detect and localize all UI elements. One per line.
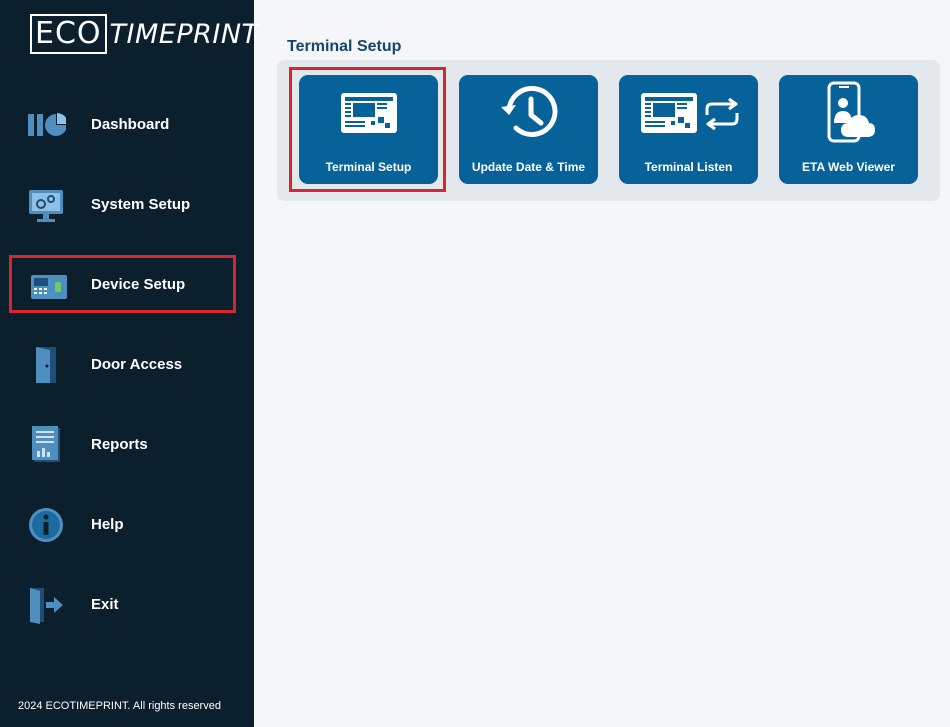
sidebar-item-door-access[interactable]: Door Access (12, 337, 234, 391)
sidebar-item-device-setup[interactable]: Device Setup (9, 255, 236, 313)
tile-label: ETA Web Viewer (802, 160, 895, 174)
logo: ECO TIMEPRINT (30, 14, 259, 54)
terminal-sync-icon (641, 93, 739, 133)
sidebar-item-label: Exit (91, 595, 119, 613)
sidebar-item-dashboard[interactable]: Dashboard (12, 97, 234, 151)
logo-timeprint-text: TIMEPRINT (109, 18, 259, 50)
sidebar-item-label: Reports (91, 435, 148, 453)
sidebar-item-label: Device Setup (91, 275, 186, 293)
logo-eco-text: ECO (30, 14, 107, 54)
sidebar-item-reports[interactable]: Reports (12, 417, 234, 471)
clock-history-icon (501, 85, 558, 137)
dashboard-chart-icon (28, 113, 66, 136)
sidebar-item-label: Dashboard (91, 115, 170, 133)
sidebar-item-system-setup[interactable]: System Setup (12, 177, 234, 231)
info-icon (29, 508, 63, 542)
sidebar-item-exit[interactable]: Exit (12, 577, 234, 631)
sidebar-item-label: Door Access (91, 355, 183, 373)
exit-door-icon (30, 588, 63, 624)
sidebar-item-label: System Setup (91, 195, 191, 213)
door-icon (36, 347, 56, 383)
page-title: Terminal Setup (287, 38, 402, 55)
phone-user-cloud-icon (827, 81, 875, 143)
sidebar: ECO TIMEPRINT Dashboard System Setup Dev… (0, 0, 258, 727)
terminal-device-icon (31, 275, 67, 299)
tile-label: Terminal Listen (644, 160, 733, 174)
sidebar-item-label: Help (91, 515, 124, 533)
tile-label: Terminal Setup (325, 160, 412, 174)
terminal-icon (341, 93, 397, 133)
tile-terminal-listen[interactable]: Terminal Listen (619, 75, 758, 184)
tile-terminal-setup[interactable]: Terminal Setup (299, 75, 438, 184)
report-document-icon (32, 426, 60, 462)
footer-copyright: 2024 ECOTIMEPRINT. All rights reserved (18, 700, 221, 712)
tile-update-date-time[interactable]: Update Date & Time (459, 75, 598, 184)
sidebar-item-help[interactable]: Help (12, 497, 234, 551)
monitor-gears-icon (29, 190, 63, 222)
tile-label: Update Date & Time (471, 160, 586, 174)
tile-eta-web-viewer[interactable]: ETA Web Viewer (779, 75, 918, 184)
